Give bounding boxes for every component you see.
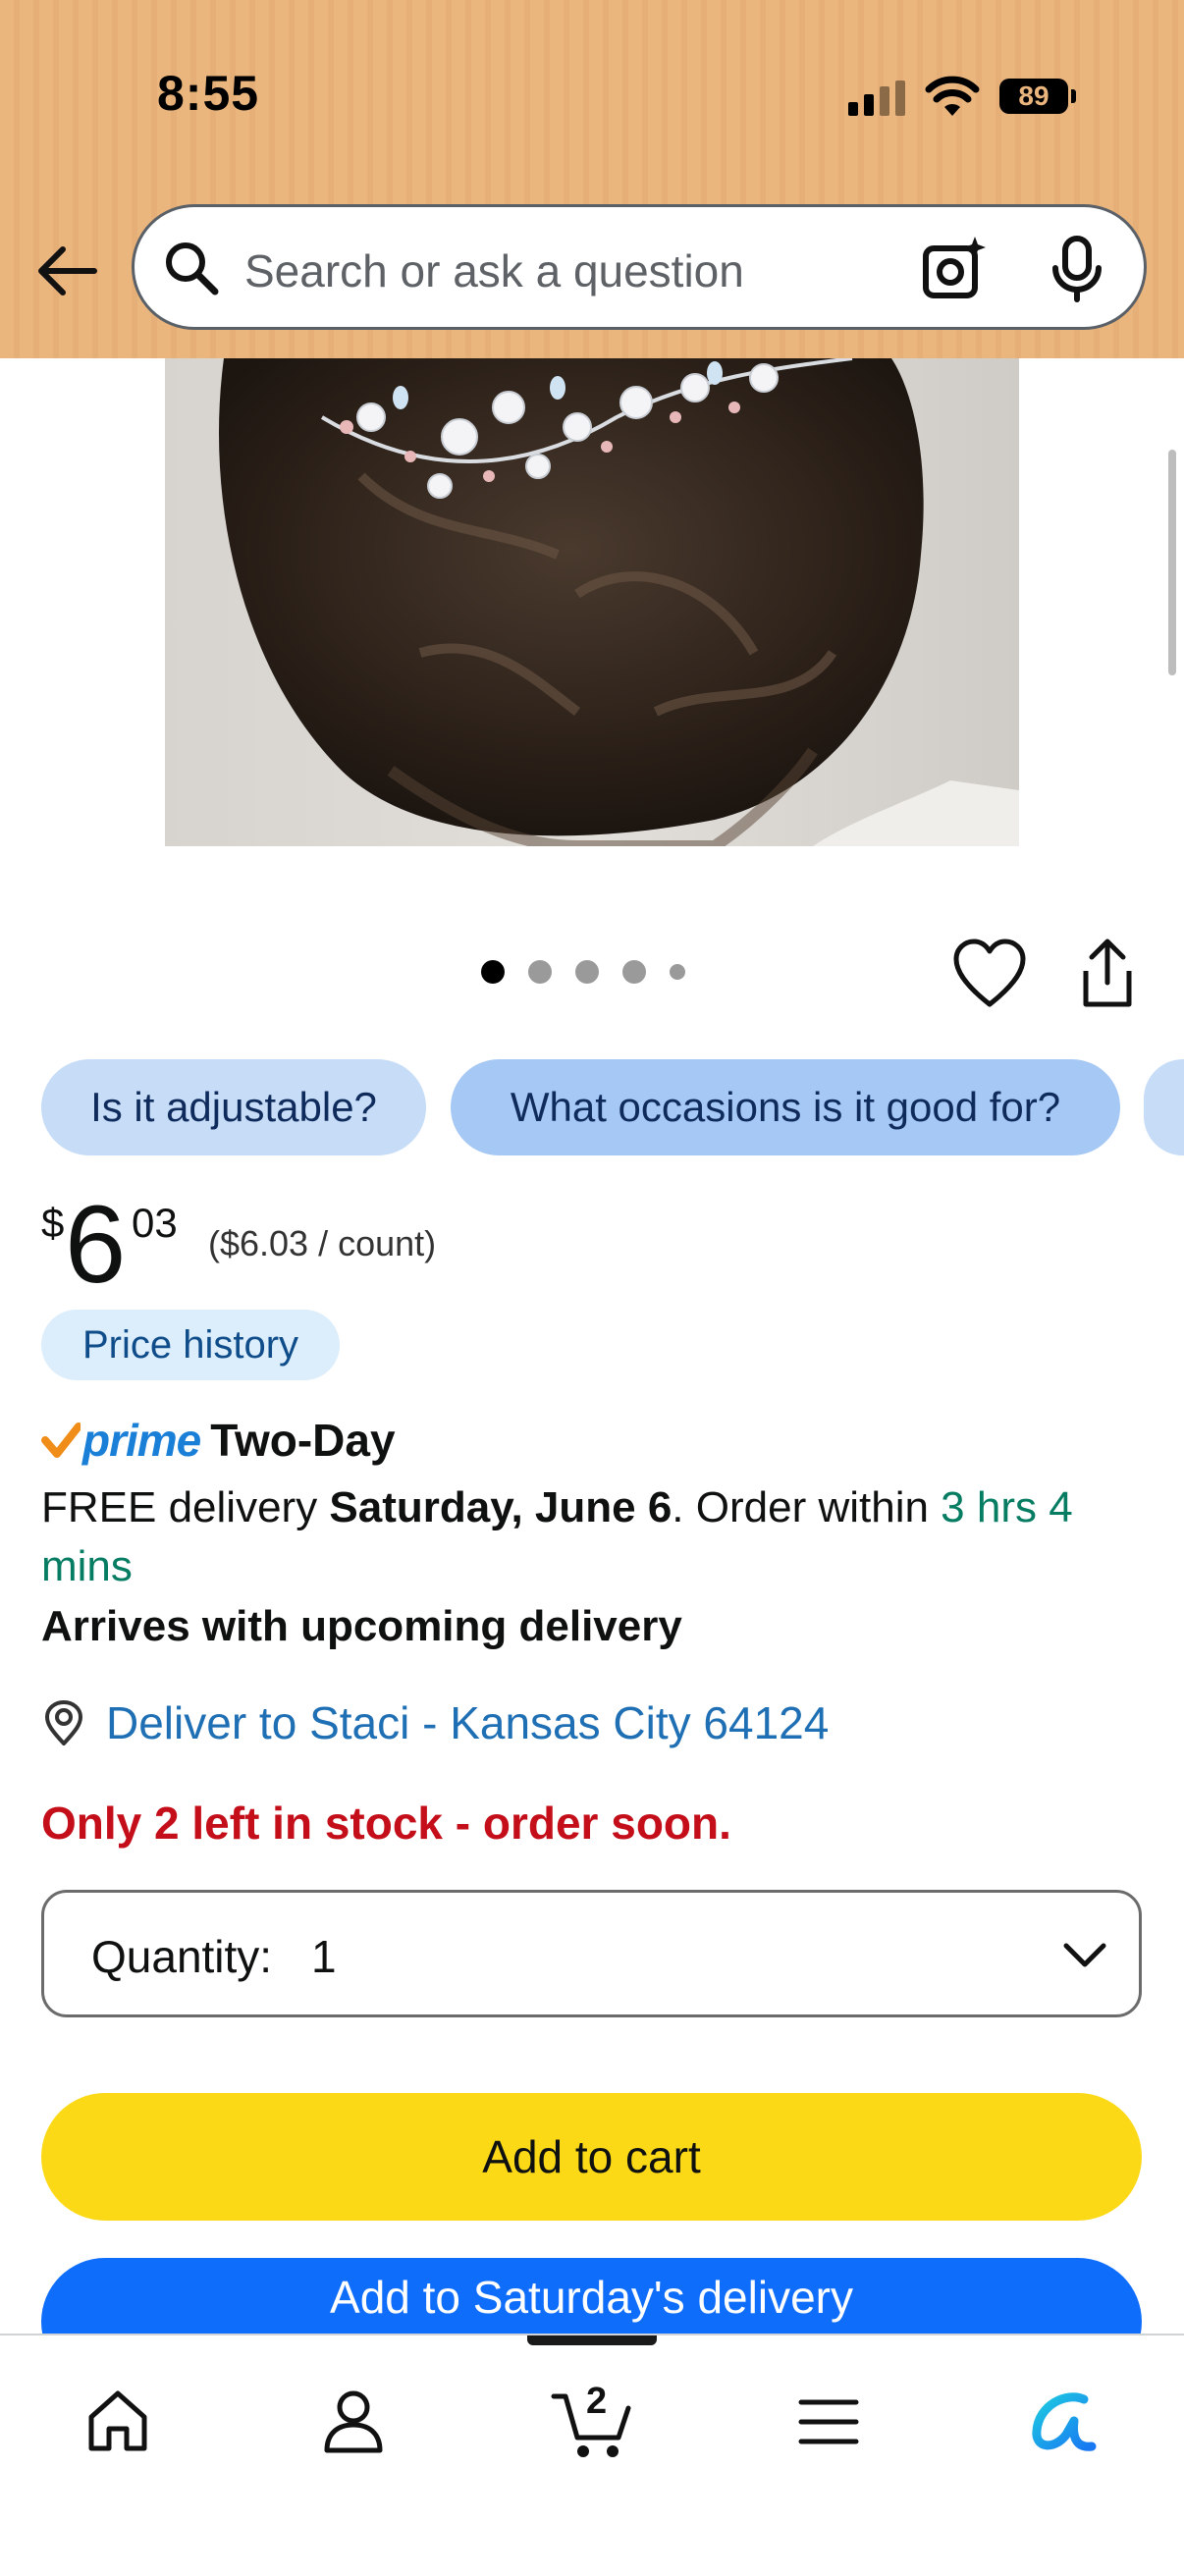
scrollbar[interactable]: [1168, 450, 1176, 675]
active-tab-indicator: [527, 2335, 657, 2345]
prime-badge: prime Two-Day: [41, 1414, 396, 1467]
carousel-dot[interactable]: [622, 960, 646, 984]
image-carousel-dots[interactable]: [481, 960, 685, 984]
search-bar[interactable]: Search or ask a question: [132, 204, 1147, 330]
quantity-label: Quantity:: [91, 1931, 273, 1982]
delivery-message: FREE delivery Saturday, June 6. Order wi…: [41, 1478, 1141, 1596]
hamburger-menu-icon: [798, 2399, 859, 2444]
back-arrow-icon: [38, 246, 97, 295]
product-image[interactable]: [165, 358, 1019, 846]
chevron-down-icon: [1063, 1943, 1106, 1967]
carousel-dot[interactable]: [670, 964, 685, 980]
prime-check-icon: [41, 1422, 81, 1458]
quantity-value: 1: [311, 1931, 337, 1982]
signal-icon: [848, 80, 905, 116]
status-time: 8:55: [157, 66, 260, 121]
price-cents: 03: [132, 1200, 178, 1246]
stock-warning: Only 2 left in stock - order soon.: [41, 1798, 731, 1849]
price-history-button[interactable]: Price history: [41, 1310, 340, 1380]
carousel-dot[interactable]: [528, 960, 552, 984]
price-whole: 6: [65, 1183, 127, 1306]
nav-menu[interactable]: [780, 2373, 878, 2471]
price-per-unit: ($6.03 / count): [208, 1223, 437, 1263]
prime-speed: Two-Day: [210, 1415, 396, 1466]
search-icon: [166, 242, 219, 295]
microphone-icon[interactable]: [1048, 235, 1106, 303]
rufus-assistant-icon: [1032, 2392, 1097, 2451]
battery-indicator: 89: [999, 79, 1076, 114]
price-currency: $: [41, 1200, 65, 1246]
camera-search-icon[interactable]: [920, 235, 989, 303]
deliver-to-address[interactable]: Deliver to Staci - Kansas City 64124: [106, 1696, 829, 1749]
question-chip-occasions[interactable]: What occasions is it good for?: [451, 1059, 1120, 1155]
location-pin-icon: [44, 1700, 83, 1745]
delivery-prefix: FREE delivery: [41, 1483, 330, 1531]
share-button[interactable]: [1070, 938, 1145, 1012]
add-to-cart-button[interactable]: Add to cart: [41, 2093, 1142, 2221]
nav-account[interactable]: [304, 2373, 403, 2471]
nav-rufus-assistant[interactable]: [1015, 2373, 1113, 2471]
back-button[interactable]: [29, 234, 104, 308]
top-header: 8:55 89 Search or ask a question: [0, 0, 1184, 358]
home-icon: [88, 2390, 147, 2451]
heart-icon: [953, 939, 1026, 1007]
nav-home[interactable]: [69, 2373, 167, 2471]
wifi-icon: [925, 76, 980, 116]
search-input[interactable]: Search or ask a question: [244, 244, 744, 297]
question-chip-next[interactable]: [1144, 1059, 1184, 1155]
carousel-dot[interactable]: [575, 960, 599, 984]
person-icon: [324, 2390, 383, 2453]
order-within-prefix: . Order within: [672, 1483, 942, 1531]
cart-count-badge: 2: [586, 2381, 608, 2422]
upcoming-delivery-note: Arrives with upcoming delivery: [41, 1602, 682, 1650]
deliver-to-link[interactable]: Deliver to Staci - Kansas City 64124: [41, 1696, 829, 1749]
share-icon: [1083, 939, 1132, 1007]
question-chip-adjustable[interactable]: Is it adjustable?: [41, 1059, 426, 1155]
wishlist-button[interactable]: [952, 938, 1027, 1012]
bottom-nav: 2: [0, 2334, 1184, 2576]
delivery-date: Saturday, June 6: [329, 1483, 673, 1531]
quantity-dropdown[interactable]: Quantity: 1: [41, 1890, 1142, 2017]
prime-label: prime: [82, 1415, 201, 1466]
carousel-dot[interactable]: [481, 960, 505, 984]
product-photo: [219, 358, 1019, 846]
nav-cart[interactable]: 2: [542, 2373, 640, 2471]
